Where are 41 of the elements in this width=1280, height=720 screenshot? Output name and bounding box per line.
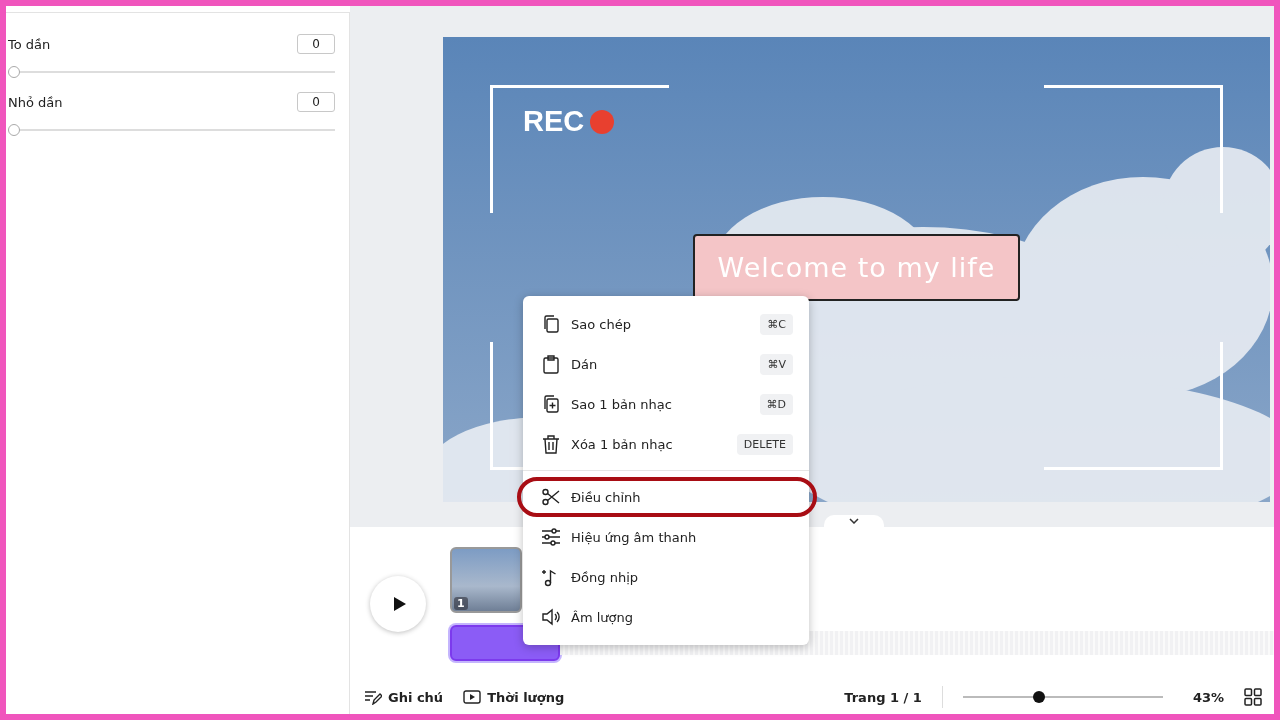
shortcut-label: ⌘D (759, 393, 793, 415)
value-input[interactable]: 0 (297, 92, 335, 112)
shortcut-label: ⌘V (760, 353, 793, 375)
clip-number: 1 (454, 596, 468, 610)
duplicate-icon (541, 394, 561, 414)
copy-icon (541, 314, 561, 334)
collapse-button[interactable] (824, 515, 884, 527)
menu-item[interactable]: Hiệu ứng âm thanh (523, 517, 809, 557)
notes-button[interactable]: Ghi chú (364, 689, 444, 705)
value-input[interactable]: 0 (297, 34, 335, 54)
trash-icon (541, 434, 561, 454)
play-button[interactable] (370, 575, 426, 632)
shortcut-label: DELETE (736, 433, 793, 455)
grid-view-icon[interactable] (1244, 688, 1262, 706)
menu-item[interactable]: Điều chỉnh (517, 477, 817, 517)
zoom-slider-thumb[interactable] (1033, 691, 1046, 703)
chevron-down-icon (849, 518, 859, 524)
video-clip-thumbnail[interactable]: 1 (450, 546, 522, 613)
duration-button[interactable]: Thời lượng (463, 689, 565, 705)
rec-label: REC (523, 105, 585, 138)
effect-label: Nhỏ dần (8, 94, 63, 110)
page-indicator: Trang 1 / 1 (844, 689, 922, 705)
notes-icon (364, 689, 382, 705)
slider-thumb[interactable] (8, 124, 20, 136)
speaker-icon (541, 607, 561, 627)
effect-label: To dần (8, 36, 51, 52)
menu-item[interactable]: Sao 1 bản nhạc ⌘D (523, 384, 809, 424)
menu-item[interactable]: Đồng nhịp (523, 557, 809, 597)
clipboard-icon (541, 354, 561, 374)
play-box-icon (463, 690, 482, 704)
play-icon (393, 595, 407, 612)
menu-item[interactable]: Xóa 1 bản nhạc DELETE (523, 424, 809, 464)
sliders-icon (541, 527, 561, 547)
caption-text: Welcome to my life (693, 234, 1020, 301)
shortcut-label: ⌘C (760, 313, 793, 335)
scissors-icon (541, 487, 561, 507)
menu-item[interactable]: Sao chép ⌘C (523, 304, 809, 344)
slider-thumb[interactable] (8, 66, 20, 78)
zoom-percentage: 43% (1192, 689, 1224, 705)
menu-item[interactable]: Dán ⌘V (523, 344, 809, 384)
menu-item[interactable]: Âm lượng (523, 597, 809, 637)
